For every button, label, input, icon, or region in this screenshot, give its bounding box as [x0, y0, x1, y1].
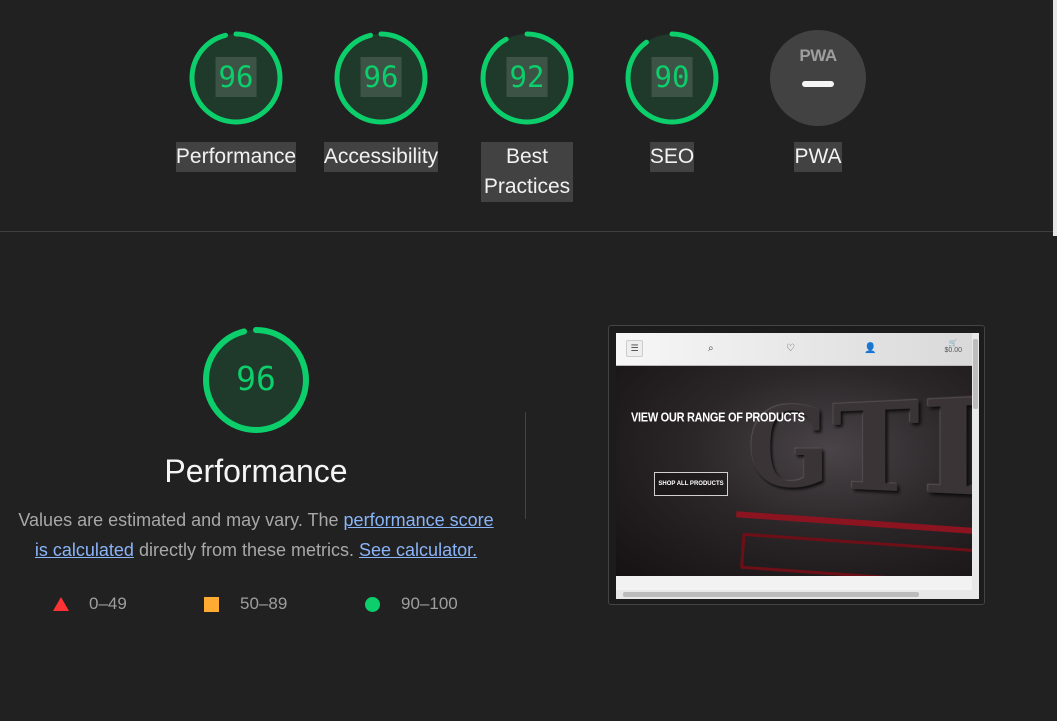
search-icon: ⌕ — [708, 343, 714, 354]
site-header: ☰ ⌕ ♡ 👤 🛒 $0.00 — [616, 333, 972, 366]
score-ring: 92 — [479, 30, 575, 126]
vertical-divider — [525, 412, 526, 519]
lighthouse-report: 96 Performance 96 Accessibility 92 Best P… — [0, 0, 1057, 721]
cart-total: $0.00 — [944, 347, 962, 354]
description-text: directly from these metrics. — [133, 540, 360, 560]
gauge-label: Accessibility — [323, 142, 439, 172]
performance-gauge-large: 96 — [201, 325, 311, 435]
page-edge — [1053, 0, 1057, 236]
final-screenshot[interactable]: ☰ ⌕ ♡ 👤 🛒 $0.00 GTI VIEW OUR RANGE OF PRO… — [608, 325, 985, 605]
score-value: 92 — [506, 57, 548, 97]
gauge-label-line1: Best — [505, 145, 549, 168]
legend-range: 0–49 — [89, 594, 127, 613]
score-value: 90 — [651, 57, 693, 97]
score-value: 96 — [215, 57, 257, 97]
hero-headline: VIEW OUR RANGE OF PRODUCTS — [631, 410, 805, 426]
section-divider — [0, 231, 1053, 232]
gauge-pwa[interactable]: PWA PWA — [748, 30, 888, 172]
scrollbar-thumb — [973, 339, 978, 409]
see-calculator-link[interactable]: See calculator. — [359, 540, 477, 560]
square-icon — [204, 597, 219, 612]
screenshot-image: ☰ ⌕ ♡ 👤 🛒 $0.00 GTI VIEW OUR RANGE OF PRO… — [616, 333, 979, 599]
gauge-performance[interactable]: 96 Performance — [166, 30, 306, 172]
gauge-label: Performance — [175, 142, 297, 172]
category-description: Values are estimated and may vary. The p… — [10, 505, 502, 565]
not-applicable-dash-icon — [802, 81, 834, 87]
heart-icon: ♡ — [786, 343, 795, 354]
vertical-scrollbar — [972, 333, 979, 599]
category-title: Performance — [164, 453, 348, 489]
gauge-label: Best Practices — [481, 142, 573, 202]
legend-range: 50–89 — [240, 594, 288, 613]
gauge-label-line2: Practices — [483, 175, 571, 198]
score-ring: 96 — [333, 30, 429, 126]
horizontal-scrollbar — [616, 590, 972, 599]
basket-icon: 🛒 $0.00 — [944, 340, 962, 354]
triangle-icon — [53, 597, 69, 611]
gauge-label: PWA — [794, 142, 842, 172]
gauge-accessibility[interactable]: 96 Accessibility — [311, 30, 451, 172]
user-icon: 👤 — [864, 343, 877, 354]
score-ring: 96 — [188, 30, 284, 126]
hero-banner: GTI VIEW OUR RANGE OF PRODUCTS SHOP ALL … — [616, 366, 972, 576]
shop-all-products-button: SHOP ALL PRODUCTS — [654, 472, 728, 496]
scrollbar-thumb — [623, 592, 919, 597]
gauge-seo[interactable]: 90 SEO — [602, 30, 742, 172]
hero-emblem: GTI — [747, 367, 972, 528]
gauge-best-practices[interactable]: 92 Best Practices — [457, 30, 597, 202]
description-text: Values are estimated and may vary. The — [18, 510, 344, 530]
legend-range: 90–100 — [401, 594, 458, 613]
score-ring: 90 — [624, 30, 720, 126]
pwa-badge: PWA — [770, 30, 866, 126]
circle-icon — [365, 597, 380, 612]
pwa-icon: PWA — [799, 46, 837, 65]
score-value: 96 — [236, 359, 276, 398]
hamburger-menu-icon: ☰ — [626, 340, 643, 357]
hero-red-grille — [740, 532, 972, 576]
gauge-label: SEO — [649, 142, 695, 172]
score-value: 96 — [360, 57, 402, 97]
